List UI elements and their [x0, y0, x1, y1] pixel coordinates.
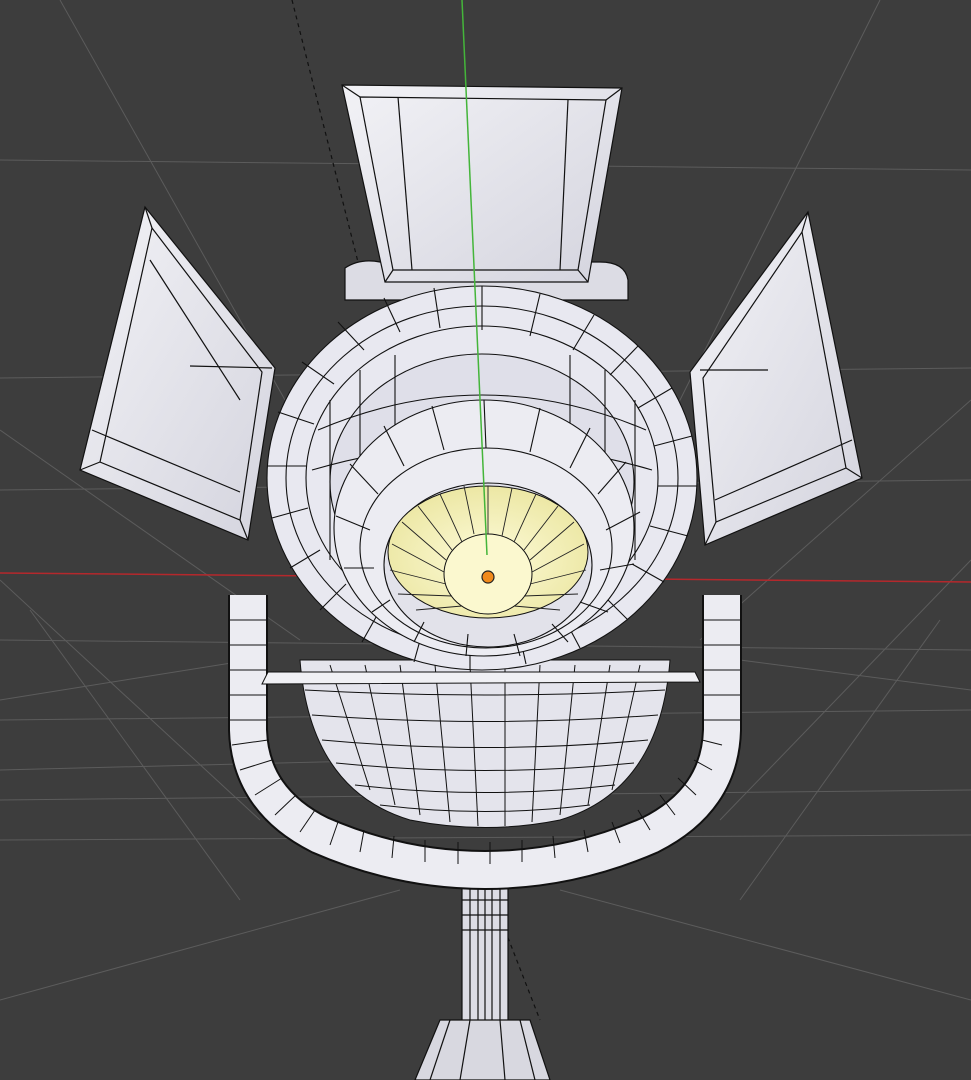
- parent-relation-line-lower: [504, 929, 541, 1021]
- stand-pole[interactable]: [414, 879, 551, 1080]
- rear-housing[interactable]: [261, 659, 701, 828]
- barn-door-left[interactable]: [79, 205, 276, 541]
- parent-relation-line: [291, 0, 361, 271]
- barn-door-top[interactable]: [341, 84, 629, 301]
- barn-door-right[interactable]: [689, 210, 863, 546]
- lens-bulb[interactable]: [387, 485, 589, 619]
- viewport-canvas[interactable]: [0, 0, 971, 1080]
- 3d-viewport[interactable]: [0, 0, 971, 1080]
- object-origin-marker[interactable]: [481, 570, 495, 584]
